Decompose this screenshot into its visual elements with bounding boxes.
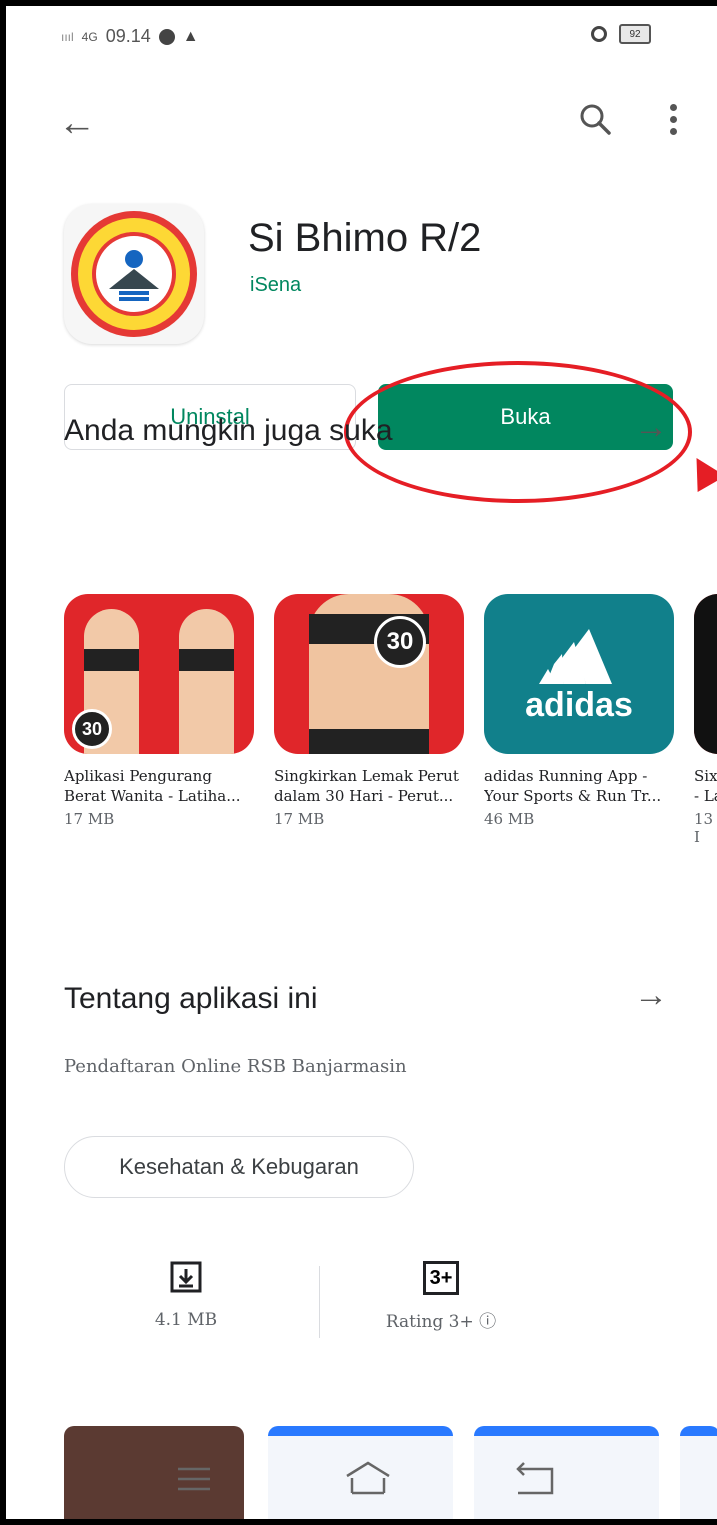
status-time: 09.14 <box>105 26 151 46</box>
notification-icon: ▲ <box>182 27 199 45</box>
open-button[interactable]: Buka <box>378 384 673 450</box>
recommendations-title: Anda mungkin juga suka <box>64 414 393 447</box>
app-icon <box>64 204 204 344</box>
app-name-line1: adidas Running App - <box>484 767 648 785</box>
app-thumbnail <box>694 594 717 754</box>
status-right: 92 <box>591 24 651 44</box>
app-thumbnail: 30 <box>274 594 464 754</box>
app-description: Pendaftaran Online RSB Banjarmasin <box>64 1056 407 1077</box>
category-chip[interactable]: Kesehatan & Kebugaran <box>64 1136 414 1198</box>
app-name-line2: Berat Wanita - Latiha... <box>64 787 241 805</box>
status-left: ıııl 4G 09.14 ▲ <box>61 26 199 47</box>
recommendation-card[interactable]: 30 Singkirkan Lemak Perut dalam 30 Hari … <box>274 594 464 828</box>
more-options-icon[interactable] <box>670 104 678 140</box>
battery-icon: 92 <box>619 24 651 44</box>
app-size: 46 MB <box>484 810 535 828</box>
size-label: 4.1 MB <box>154 1310 218 1330</box>
rating-label: Rating 3+ ⓘ <box>385 1312 497 1332</box>
back-nav-icon[interactable] <box>514 1460 558 1496</box>
adidas-stripes-icon <box>539 628 612 684</box>
app-thumbnail: 30 <box>64 594 254 754</box>
app-size: 17 MB <box>64 810 115 828</box>
app-name-line1: Singkirkan Lemak Perut <box>274 767 459 785</box>
app-name-line2: Your Sports & Run Tr... <box>484 787 662 805</box>
menu-icon[interactable] <box>176 1466 212 1492</box>
app-name-line2: dalam 30 Hari - Perut... <box>274 787 454 805</box>
app-name-line2: - La <box>694 787 717 805</box>
app-thumbnail: adidas <box>484 594 674 754</box>
content-rating-badge: 3+ <box>422 1261 460 1295</box>
adidas-logo-text: adidas <box>525 685 633 724</box>
top-app-bar: ← <box>6 96 717 156</box>
about-arrow-icon[interactable]: → <box>634 976 668 1015</box>
play-store-screen: ıııl 4G 09.14 ▲ 92 ← Si Bhimo R/2 iSena … <box>6 6 717 1519</box>
status-bar: ıııl 4G 09.14 ▲ 92 <box>6 6 717 66</box>
home-icon[interactable] <box>344 1460 392 1496</box>
messenger-icon <box>158 28 175 45</box>
app-name-line1: Aplikasi Pengurang <box>64 767 212 785</box>
app-title: Si Bhimo R/2 <box>248 216 482 260</box>
red-arrow-annotation <box>682 450 717 492</box>
system-navigation-bar <box>6 1446 717 1519</box>
search-icon[interactable] <box>578 102 612 141</box>
signal-icon: ıııl <box>61 29 74 44</box>
app-size: 17 MB <box>274 810 325 828</box>
back-arrow-icon[interactable]: ← <box>58 104 96 142</box>
about-title: Tentang aplikasi ini <box>64 982 318 1015</box>
day-badge: 30 <box>374 616 426 668</box>
recommendations-arrow-icon[interactable]: → <box>634 408 668 447</box>
stats-divider <box>319 1266 320 1338</box>
recommendation-card[interactable]: Six - La 13 I <box>694 594 717 846</box>
app-name-line1: Six <box>694 767 717 785</box>
day-badge: 30 <box>72 709 112 749</box>
developer-link[interactable]: iSena <box>250 274 301 297</box>
alarm-icon <box>591 26 607 42</box>
app-size: 13 I <box>694 810 714 846</box>
network-type: 4G <box>81 29 98 44</box>
recommendation-card[interactable]: adidas adidas Running App - Your Sports … <box>484 594 674 828</box>
size-stat: 4.1 MB <box>136 1261 236 1330</box>
rating-stat[interactable]: 3+ Rating 3+ ⓘ <box>366 1261 516 1332</box>
recommendation-card[interactable]: 30 Aplikasi Pengurang Berat Wanita - Lat… <box>64 594 254 828</box>
download-icon <box>170 1261 202 1293</box>
